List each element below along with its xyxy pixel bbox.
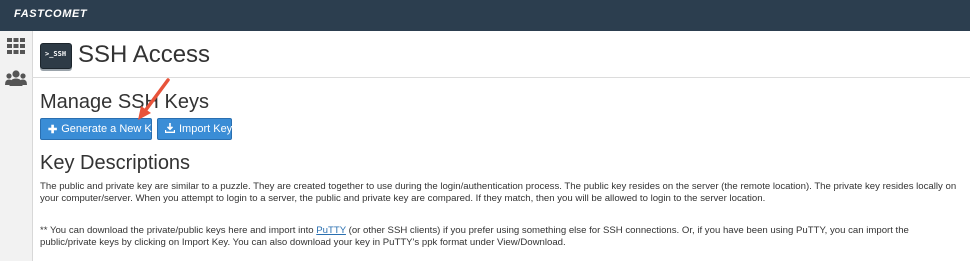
import-key-label: Import Key — [179, 123, 233, 135]
generate-key-button[interactable]: ✚ Generate a New Key — [40, 118, 163, 140]
manage-keys-heading: Manage SSH Keys — [40, 91, 209, 113]
page-header: >_SSH SSH Access — [40, 41, 440, 71]
import-icon — [164, 122, 176, 136]
ssh-terminal-icon: >_SSH — [40, 43, 72, 69]
grid-icon[interactable] — [7, 37, 25, 55]
page-title: SSH Access — [78, 41, 211, 68]
users-icon[interactable] — [5, 69, 27, 87]
key-descriptions-heading: Key Descriptions — [40, 152, 191, 174]
brand-logo[interactable]: FASTCOMET — [14, 8, 87, 20]
plus-icon: ✚ — [48, 123, 58, 136]
putty-link[interactable]: PuTTY — [316, 225, 346, 236]
header-divider — [32, 77, 970, 78]
top-bar: FASTCOMET — [0, 0, 970, 31]
putty-note-paragraph: ** You can download the private/public k… — [40, 225, 909, 248]
key-description-paragraph: The public and private key are similar t… — [40, 181, 957, 204]
main-content: >_SSH SSH Access Manage SSH Keys ✚ Gener… — [32, 31, 970, 261]
generate-key-label: Generate a New Key — [61, 123, 164, 135]
import-key-button[interactable]: Import Key — [157, 118, 232, 140]
sidebar — [0, 31, 33, 261]
